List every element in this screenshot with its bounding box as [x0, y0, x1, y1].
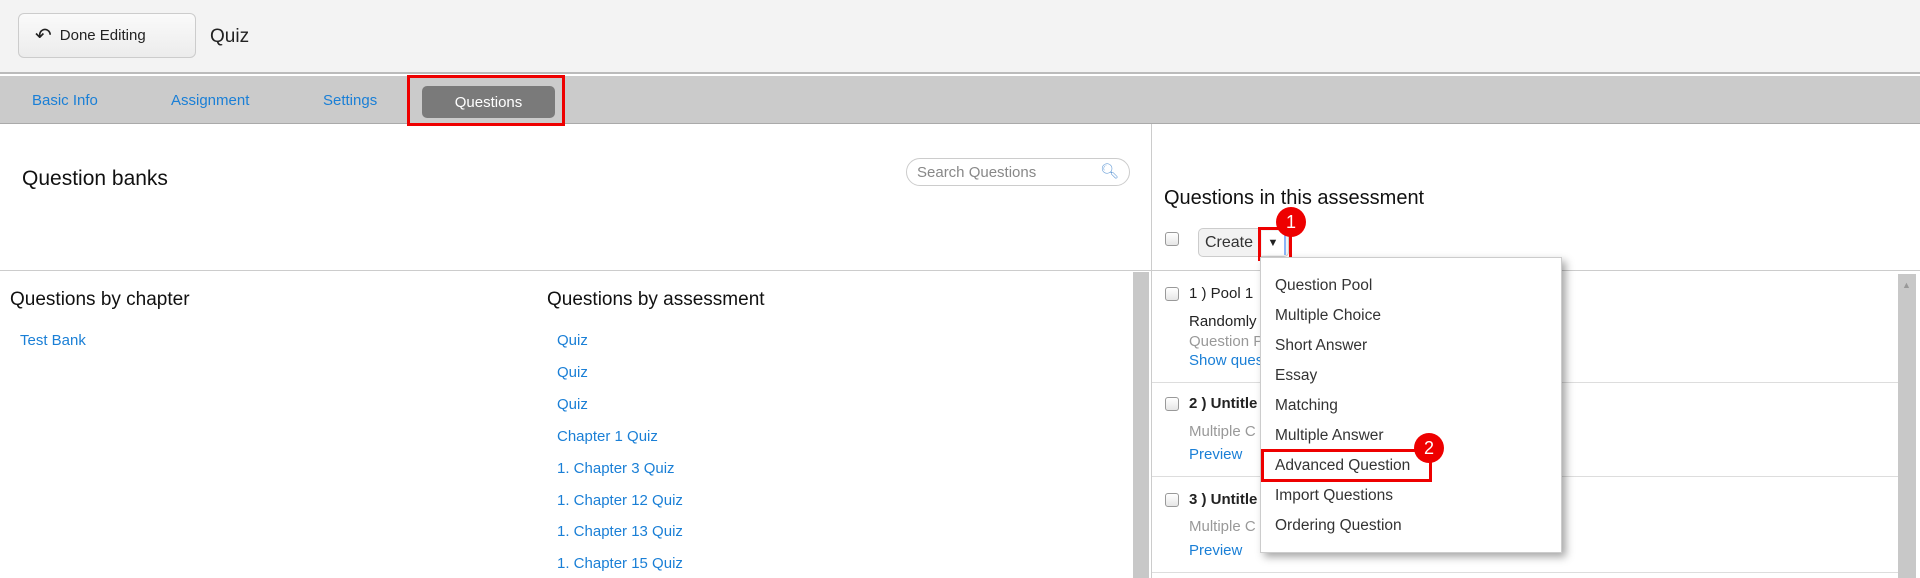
assessment-link[interactable]: 1. Chapter 13 Quiz — [557, 523, 683, 540]
step-badge-1: 1 — [1276, 207, 1306, 237]
create-label: Create — [1205, 234, 1254, 251]
question-checkbox[interactable] — [1165, 397, 1179, 411]
question-description: Randomly — [1189, 313, 1257, 330]
row-separator — [1152, 572, 1898, 573]
menu-item-essay[interactable]: Essay — [1275, 367, 1317, 385]
search-questions-input[interactable]: Search Questions — [906, 158, 1130, 186]
step-badge-2: 2 — [1414, 433, 1444, 463]
preview-link[interactable]: Preview — [1189, 542, 1242, 559]
menu-item-multiple-choice[interactable]: Multiple Choice — [1275, 307, 1381, 325]
questions-by-chapter-title: Questions by chapter — [10, 289, 190, 310]
question-type: Multiple C — [1189, 423, 1256, 440]
assessment-link[interactable]: Chapter 1 Quiz — [557, 428, 658, 445]
question-checkbox[interactable] — [1165, 493, 1179, 507]
menu-item-question-pool[interactable]: Question Pool — [1275, 277, 1372, 295]
tab-assignment[interactable]: Assignment — [171, 92, 249, 109]
question-type: Question P — [1189, 333, 1264, 350]
tab-settings[interactable]: Settings — [323, 92, 377, 109]
question-checkbox[interactable] — [1165, 287, 1179, 301]
panel-divider — [1151, 124, 1152, 578]
assessment-link[interactable]: Quiz — [557, 396, 588, 413]
header-separator — [0, 270, 1920, 271]
questions-by-assessment-title: Questions by assessment — [547, 289, 765, 310]
question-title: 3 ) Untitle — [1189, 491, 1258, 508]
question-title: 1 ) Pool 1 — [1189, 285, 1254, 302]
chapter-link[interactable]: Test Bank — [20, 332, 86, 349]
done-editing-label: Done Editing — [59, 27, 146, 44]
menu-item-ordering-question[interactable]: Ordering Question — [1275, 517, 1402, 535]
done-editing-button[interactable]: ↶ Done Editing — [18, 13, 196, 58]
question-type: Multiple C — [1189, 518, 1256, 535]
highlight-box-questions-tab — [407, 75, 565, 126]
search-icon[interactable]: 🔍︎ — [1100, 162, 1119, 180]
assessment-link[interactable]: 1. Chapter 15 Quiz — [557, 555, 683, 572]
select-all-checkbox[interactable] — [1165, 232, 1179, 246]
top-bar — [0, 0, 1920, 74]
back-arrow-icon: ↶ — [35, 25, 52, 47]
menu-item-matching[interactable]: Matching — [1275, 397, 1338, 415]
tab-bar — [0, 76, 1920, 124]
assessment-link[interactable]: Quiz — [557, 364, 588, 381]
assessment-link[interactable]: Quiz — [557, 332, 588, 349]
show-questions-link[interactable]: Show ques — [1189, 352, 1263, 369]
tab-basic-info[interactable]: Basic Info — [32, 92, 98, 109]
highlight-box-advanced-question — [1261, 449, 1432, 482]
assessment-link[interactable]: 1. Chapter 12 Quiz — [557, 492, 683, 509]
right-scrollbar[interactable] — [1898, 274, 1916, 578]
page-title: Quiz — [210, 26, 250, 47]
menu-item-multiple-answer[interactable]: Multiple Answer — [1275, 427, 1384, 445]
question-title: 2 ) Untitle — [1189, 395, 1258, 412]
left-scrollbar[interactable] — [1133, 272, 1149, 578]
create-dropdown-menu: Question Pool Multiple Choice Short Answ… — [1260, 257, 1562, 553]
preview-link[interactable]: Preview — [1189, 446, 1242, 463]
menu-item-short-answer[interactable]: Short Answer — [1275, 337, 1367, 355]
menu-item-import-questions[interactable]: Import Questions — [1275, 487, 1393, 505]
question-banks-title: Question banks — [22, 167, 168, 190]
scroll-up-icon[interactable]: ▲ — [1902, 280, 1911, 290]
assessment-link[interactable]: 1. Chapter 3 Quiz — [557, 460, 675, 477]
